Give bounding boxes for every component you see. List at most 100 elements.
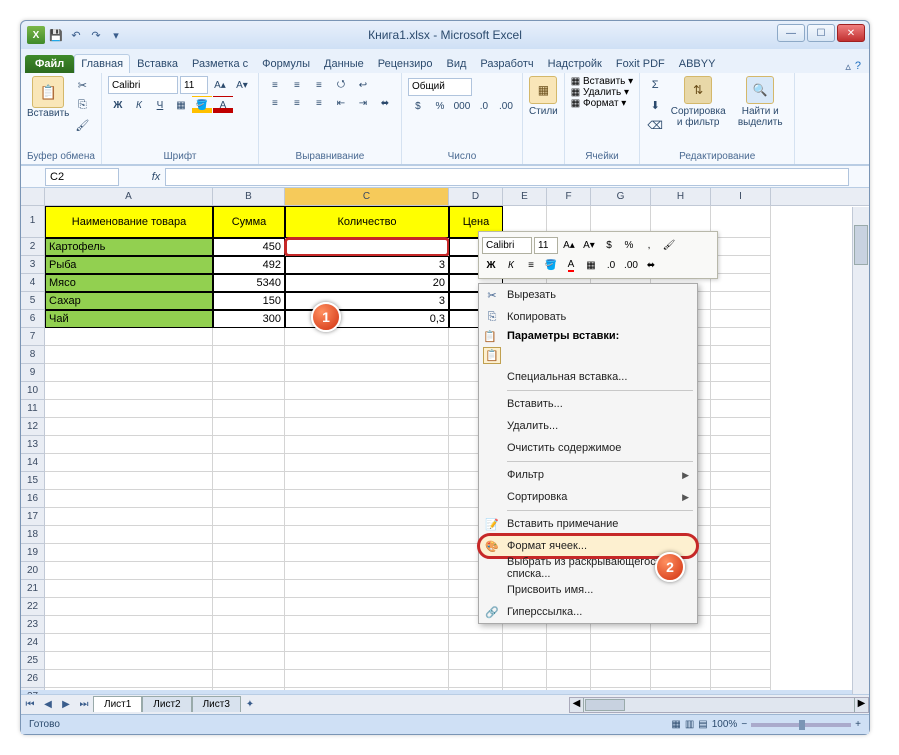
cell[interactable]: Сумма (213, 206, 285, 238)
ctx-comment[interactable]: 📝Вставить примечание (479, 513, 697, 535)
cell[interactable] (711, 472, 771, 490)
cells-area[interactable]: Наименование товараСуммаКоличествоЦенаКа… (45, 206, 869, 690)
sheet-tab-2[interactable]: Лист2 (142, 696, 191, 712)
minimize-button[interactable]: — (777, 24, 805, 42)
tab-nav-prev[interactable]: ◀ (39, 699, 57, 710)
ctx-cut[interactable]: ✂Вырезать (479, 284, 697, 306)
cell[interactable]: Количество (285, 206, 449, 238)
cell[interactable] (285, 508, 449, 526)
row-header-19[interactable]: 19 (21, 544, 44, 562)
cell[interactable]: Чай (45, 310, 213, 328)
bold-button[interactable]: Ж (108, 96, 128, 114)
mini-bold-icon[interactable]: Ж (482, 256, 500, 274)
col-header-D[interactable]: D (449, 188, 503, 205)
cell[interactable] (45, 508, 213, 526)
ctx-paste-special[interactable]: Специальная вставка... (479, 366, 697, 388)
cell[interactable] (285, 346, 449, 364)
cell[interactable] (711, 418, 771, 436)
cell[interactable] (285, 400, 449, 418)
currency-icon[interactable]: $ (408, 98, 428, 116)
tab-nav-first[interactable]: ⏮ (21, 699, 39, 710)
mini-size-select[interactable] (534, 237, 558, 254)
cell[interactable] (651, 670, 711, 688)
redo-icon[interactable]: ↷ (87, 26, 105, 44)
row-header-20[interactable]: 20 (21, 562, 44, 580)
tab-formulas[interactable]: Формулы (255, 54, 317, 73)
cell[interactable] (711, 688, 771, 690)
cell[interactable]: 20 (285, 274, 449, 292)
cell[interactable] (503, 670, 547, 688)
tab-review[interactable]: Рецензиро (371, 54, 440, 73)
row-header-13[interactable]: 13 (21, 436, 44, 454)
copy-icon[interactable]: ⎘ (73, 96, 91, 114)
cell[interactable] (503, 688, 547, 690)
comma-icon[interactable]: 000 (452, 98, 472, 116)
cell[interactable] (45, 526, 213, 544)
cell[interactable] (711, 634, 771, 652)
cell[interactable] (285, 670, 449, 688)
cell[interactable] (711, 346, 771, 364)
cell[interactable] (285, 436, 449, 454)
ctx-delete[interactable]: Удалить... (479, 415, 697, 437)
font-name-select[interactable] (108, 76, 178, 94)
cell[interactable] (213, 346, 285, 364)
cell[interactable] (45, 400, 213, 418)
cell[interactable] (591, 688, 651, 690)
cell[interactable] (547, 688, 591, 690)
ctx-paste-icon-row[interactable]: 📋 (479, 344, 697, 366)
cell[interactable] (711, 598, 771, 616)
cell[interactable] (285, 472, 449, 490)
tab-abbyy[interactable]: ABBYY (672, 54, 723, 73)
cell[interactable] (213, 562, 285, 580)
cell[interactable] (711, 616, 771, 634)
autosum-icon[interactable]: Σ (646, 76, 664, 94)
formula-input[interactable] (165, 168, 849, 186)
grow-font-icon[interactable]: A▴ (210, 76, 230, 94)
row-header-8[interactable]: 8 (21, 346, 44, 364)
zoom-label[interactable]: 100% (712, 719, 738, 730)
paste-icon[interactable]: 📋 (32, 76, 64, 108)
mini-inc-dec-icon[interactable]: .0 (602, 256, 620, 274)
number-format-select[interactable] (408, 78, 472, 96)
row-header-5[interactable]: 5 (21, 292, 44, 310)
mini-fontcolor-icon[interactable]: A (562, 256, 580, 274)
cell[interactable]: Наименование товара (45, 206, 213, 238)
fill-color-button[interactable]: 🪣 (192, 96, 212, 114)
font-color-button[interactable]: A (213, 96, 233, 114)
row-header-11[interactable]: 11 (21, 400, 44, 418)
italic-button[interactable]: К (129, 96, 149, 114)
percent-icon[interactable]: % (430, 98, 450, 116)
col-header-G[interactable]: G (591, 188, 651, 205)
cell[interactable] (45, 418, 213, 436)
cell[interactable] (711, 206, 771, 238)
cell[interactable] (285, 634, 449, 652)
sort-filter-icon[interactable]: ⇅ (684, 76, 712, 104)
format-painter-icon[interactable]: 🖌 (73, 116, 91, 134)
col-header-F[interactable]: F (547, 188, 591, 205)
dec-indent-icon[interactable]: ⇤ (331, 94, 351, 112)
horizontal-scrollbar[interactable]: ◀▶ (569, 697, 869, 713)
cell[interactable] (711, 382, 771, 400)
underline-button[interactable]: Ч (150, 96, 170, 114)
find-icon[interactable]: 🔍 (746, 76, 774, 104)
cell[interactable] (547, 652, 591, 670)
cell[interactable] (45, 490, 213, 508)
cell[interactable] (213, 490, 285, 508)
undo-icon[interactable]: ↶ (67, 26, 85, 44)
cell[interactable] (213, 508, 285, 526)
row-header-6[interactable]: 6 (21, 310, 44, 328)
cell[interactable] (45, 436, 213, 454)
mini-italic-icon[interactable]: К (502, 256, 520, 274)
qat-dropdown-icon[interactable]: ▾ (107, 26, 125, 44)
fx-icon[interactable]: fx (147, 168, 165, 186)
cell[interactable] (547, 670, 591, 688)
cell[interactable] (711, 670, 771, 688)
cell[interactable] (213, 454, 285, 472)
cell[interactable] (711, 238, 771, 256)
tab-pagelayout[interactable]: Разметка с (185, 54, 255, 73)
tab-nav-next[interactable]: ▶ (57, 699, 75, 710)
mini-dec-dec-icon[interactable]: .00 (622, 256, 640, 274)
col-header-B[interactable]: B (213, 188, 285, 205)
cell[interactable] (213, 400, 285, 418)
cell[interactable] (285, 490, 449, 508)
